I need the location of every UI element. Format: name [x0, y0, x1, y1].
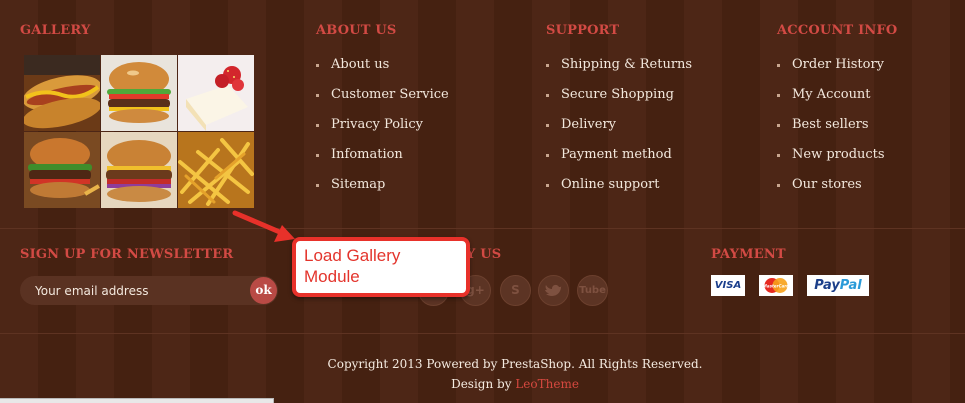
account-link[interactable]: New products: [777, 145, 885, 175]
design-credit: Design by LeoTheme: [0, 374, 965, 394]
mastercard-icon: MasterCard: [759, 275, 793, 296]
leotheme-link[interactable]: LeoTheme: [515, 377, 579, 391]
skype-icon[interactable]: S: [500, 275, 531, 306]
support-link[interactable]: Payment method: [546, 145, 692, 175]
footer-divider-bottom: [0, 333, 965, 334]
about-link[interactable]: Customer Service: [316, 85, 449, 115]
newsletter-form: ok: [20, 276, 278, 305]
youtube-icon[interactable]: Tube: [577, 275, 608, 306]
about-link[interactable]: About us: [316, 55, 449, 85]
gallery-tile-burger-2[interactable]: [24, 132, 100, 208]
design-prefix: Design by: [451, 377, 512, 391]
about-link[interactable]: Infomation: [316, 145, 449, 175]
support-link[interactable]: Secure Shopping: [546, 85, 692, 115]
gallery-tile-burger-1[interactable]: [101, 55, 177, 131]
gallery-tile-fries[interactable]: [178, 132, 254, 208]
account-link[interactable]: Best sellers: [777, 115, 885, 145]
fries-photo-icon: [178, 132, 254, 208]
visa-card-icon: VISA: [711, 275, 745, 296]
support-link[interactable]: Online support: [546, 175, 692, 205]
paypal-icon: Pay Pal: [807, 275, 869, 296]
about-link[interactable]: Privacy Policy: [316, 115, 449, 145]
hotdog-photo-icon: [24, 55, 100, 131]
account-link[interactable]: Order History: [777, 55, 885, 85]
gallery-title: GALLERY: [20, 23, 91, 38]
account-links: Order History My Account Best sellers Ne…: [777, 55, 885, 205]
follow-title: Y US: [466, 247, 502, 262]
account-link[interactable]: Our stores: [777, 175, 885, 205]
copyright-text: Copyright 2013 Powered by PrestaShop. Al…: [327, 357, 703, 371]
gallery-grid: [24, 55, 254, 208]
burger-photo-icon: [101, 132, 177, 208]
payment-title: PAYMENT: [711, 247, 786, 262]
about-link[interactable]: Sitemap: [316, 175, 449, 205]
newsletter-title: SIGN UP FOR NEWSLETTER: [20, 247, 234, 262]
twitter-icon[interactable]: [538, 275, 569, 306]
about-links: About us Customer Service Privacy Policy…: [316, 55, 449, 205]
load-gallery-callout: Load Gallery Module: [292, 237, 470, 297]
gallery-tile-burger-3[interactable]: [101, 132, 177, 208]
browser-status-bar: [0, 398, 274, 403]
footer-divider-top: [0, 228, 965, 229]
support-links: Shipping & Returns Secure Shopping Deliv…: [546, 55, 692, 205]
burger-photo-icon: [24, 132, 100, 208]
strawberry-cake-photo-icon: [178, 55, 254, 131]
about-title: ABOUT US: [316, 23, 397, 38]
newsletter-submit-button[interactable]: ok: [250, 277, 277, 304]
gallery-tile-hotdog[interactable]: [24, 55, 100, 131]
account-title: ACCOUNT INFO: [777, 23, 898, 38]
support-title: SUPPORT: [546, 23, 620, 38]
newsletter-email-input[interactable]: [20, 276, 250, 305]
burger-photo-icon: [101, 55, 177, 131]
support-link[interactable]: Delivery: [546, 115, 692, 145]
gallery-tile-cake[interactable]: [178, 55, 254, 131]
account-link[interactable]: My Account: [777, 85, 885, 115]
mastercard-label: MasterCard: [763, 284, 789, 289]
support-link[interactable]: Shipping & Returns: [546, 55, 692, 85]
